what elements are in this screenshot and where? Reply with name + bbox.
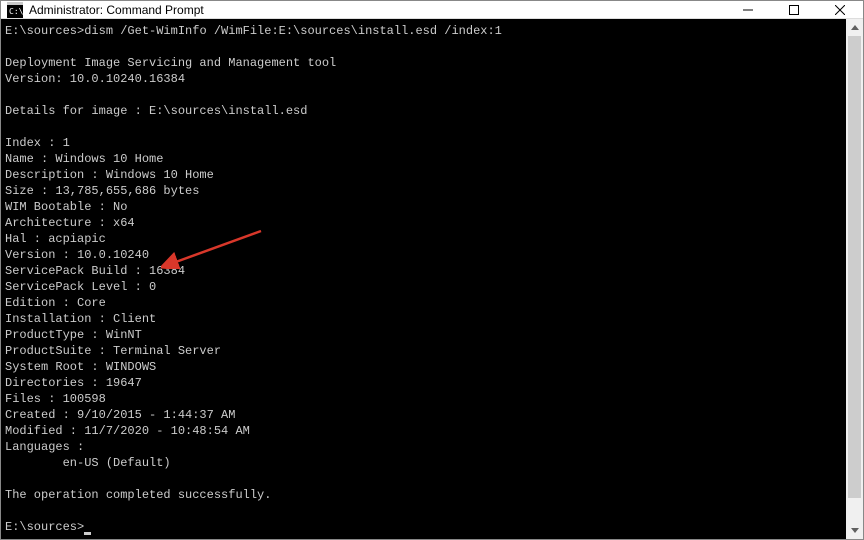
prompt-line: E:\sources> xyxy=(5,520,84,534)
output-line: Index : 1 xyxy=(5,136,70,150)
output-line: Version: 10.0.10240.16384 xyxy=(5,72,185,86)
output-line: Description : Windows 10 Home xyxy=(5,168,214,182)
output-line-version: Version : 10.0.10240 xyxy=(5,248,149,262)
output-line: ServicePack Level : 0 xyxy=(5,280,156,294)
output-line: Installation : Client xyxy=(5,312,156,326)
titlebar[interactable]: C:\ Administrator: Command Prompt xyxy=(1,1,863,19)
output-line: Modified : 11/7/2020 - 10:48:54 AM xyxy=(5,424,250,438)
output-line: WIM Bootable : No xyxy=(5,200,127,214)
output-line: en-US (Default) xyxy=(5,456,171,470)
output-line: System Root : WINDOWS xyxy=(5,360,156,374)
output-line: Edition : Core xyxy=(5,296,106,310)
close-button[interactable] xyxy=(817,1,863,18)
window-title: Administrator: Command Prompt xyxy=(29,3,725,17)
output-line: Hal : acpiapic xyxy=(5,232,106,246)
scroll-down-arrow-icon[interactable] xyxy=(846,522,863,539)
window-controls xyxy=(725,1,863,18)
terminal-output[interactable]: E:\sources>dism /Get-WimInfo /WimFile:E:… xyxy=(1,19,846,539)
scrollbar-thumb[interactable] xyxy=(848,36,861,498)
output-line: ProductSuite : Terminal Server xyxy=(5,344,221,358)
output-line: Name : Windows 10 Home xyxy=(5,152,163,166)
scrollbar-track[interactable] xyxy=(846,36,863,522)
output-line: Size : 13,785,655,686 bytes xyxy=(5,184,199,198)
output-line: Files : 100598 xyxy=(5,392,106,406)
output-line: Directories : 19647 xyxy=(5,376,142,390)
command-prompt-window: C:\ Administrator: Command Prompt E:\sou… xyxy=(0,0,864,540)
cursor xyxy=(84,532,91,535)
maximize-button[interactable] xyxy=(771,1,817,18)
output-line: ProductType : WinNT xyxy=(5,328,142,342)
output-line: Languages : xyxy=(5,440,84,454)
cmd-icon: C:\ xyxy=(7,2,23,18)
vertical-scrollbar[interactable] xyxy=(846,19,863,539)
prompt-line: E:\sources>dism /Get-WimInfo /WimFile:E:… xyxy=(5,24,502,38)
terminal-area: E:\sources>dism /Get-WimInfo /WimFile:E:… xyxy=(1,19,863,539)
output-line: The operation completed successfully. xyxy=(5,488,271,502)
output-line: ServicePack Build : 16384 xyxy=(5,264,185,278)
output-line: Deployment Image Servicing and Managemen… xyxy=(5,56,336,70)
annotation-arrow-icon xyxy=(161,225,271,269)
output-line: Architecture : x64 xyxy=(5,216,135,230)
svg-text:C:\: C:\ xyxy=(9,7,23,16)
output-line: Details for image : E:\sources\install.e… xyxy=(5,104,307,118)
output-line: Created : 9/10/2015 - 1:44:37 AM xyxy=(5,408,235,422)
minimize-button[interactable] xyxy=(725,1,771,18)
scroll-up-arrow-icon[interactable] xyxy=(846,19,863,36)
